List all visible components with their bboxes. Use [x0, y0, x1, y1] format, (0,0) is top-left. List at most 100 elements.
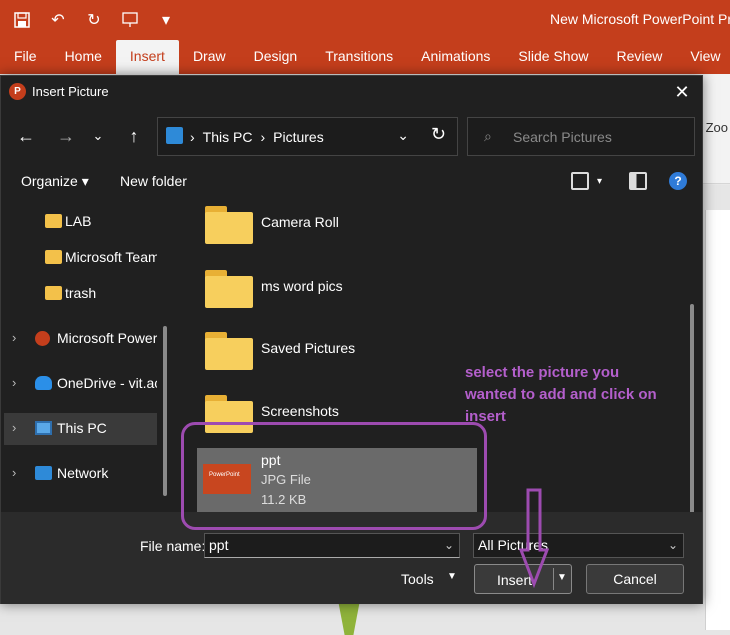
sidebar-item-network[interactable]: › Network: [4, 458, 157, 490]
expand-chevron-icon[interactable]: ›: [12, 375, 16, 390]
powerpoint-titlebar: ↶ ↻ ▾ New Microsoft PowerPoint Pr: [0, 0, 730, 40]
new-folder-button[interactable]: New folder: [120, 173, 187, 189]
undo-icon[interactable]: ↶: [46, 8, 70, 32]
sidebar-item-label: trash: [65, 285, 97, 301]
insert-picture-dialog: P Insert Picture ✕ ← → ⌄ ↑ › This PC › P…: [0, 75, 703, 604]
expand-chevron-icon[interactable]: ›: [12, 330, 16, 345]
folder-icon: [205, 270, 253, 308]
annotation-arrow-icon: [519, 488, 549, 588]
folder-icon: [205, 206, 253, 244]
file-type-select[interactable]: All Pictures: [473, 533, 684, 558]
breadcrumb-separator-icon: ›: [190, 129, 195, 145]
breadcrumb: › This PC › Pictures: [190, 129, 324, 145]
address-history-chevron-icon[interactable]: ⌄: [397, 127, 409, 144]
ribbon-tab-design[interactable]: Design: [240, 40, 312, 74]
cancel-button[interactable]: Cancel: [586, 564, 684, 594]
annotation-highlight-box: [181, 422, 487, 530]
customize-qat-icon[interactable]: ▾: [154, 8, 178, 32]
sidebar-item-label: Microsoft PowerP: [57, 330, 157, 346]
folder-name: Saved Pictures: [261, 340, 356, 356]
file-type-chevron-icon[interactable]: ⌄: [668, 538, 678, 552]
file-name-field[interactable]: ppt: [204, 533, 460, 558]
ribbon-tab-insert[interactable]: Insert: [115, 40, 179, 74]
powerpoint-icon: P: [9, 83, 26, 100]
network-icon: [35, 466, 52, 480]
powerpoint-icon: [35, 331, 50, 346]
expand-chevron-icon[interactable]: ›: [12, 465, 16, 480]
zoom-label[interactable]: Zoo: [706, 120, 728, 135]
ribbon-tab-transitions[interactable]: Transitions: [311, 40, 407, 74]
ribbon-tab-animations[interactable]: Animations: [407, 40, 504, 74]
change-view-icon[interactable]: [571, 172, 589, 190]
ribbon-tab-slide-show[interactable]: Slide Show: [504, 40, 602, 74]
command-bar: Organize ▾ New folder ▾ ?: [1, 168, 702, 196]
sidebar-item-microsoft-powerp[interactable]: › Microsoft PowerP: [4, 323, 157, 355]
sidebar-item-label: Network: [57, 465, 109, 481]
sidebar-item-this-pc[interactable]: › This PC: [4, 413, 157, 445]
ribbon-tab-draw[interactable]: Draw: [179, 40, 240, 74]
slide-canvas-edge: [705, 210, 730, 630]
ribbon-tab-view[interactable]: View: [676, 40, 730, 74]
close-icon[interactable]: ✕: [670, 80, 694, 104]
organize-button[interactable]: Organize ▾: [21, 173, 89, 190]
breadcrumb-item-pictures[interactable]: Pictures: [273, 129, 324, 145]
breadcrumb-item-this-pc[interactable]: This PC: [203, 129, 253, 145]
dialog-title: Insert Picture: [32, 84, 109, 99]
folder-icon: [45, 214, 62, 228]
back-arrow-icon[interactable]: ←: [13, 123, 39, 149]
ribbon-tabs: File Home Insert Draw Design Transitions Anima…: [0, 40, 730, 74]
view-options-chevron-icon[interactable]: ▾: [597, 176, 602, 187]
sidebar-item-onedrive-vit-ac[interactable]: › OneDrive - vit.ac.: [4, 368, 157, 400]
sidebar-item-microsoft-team[interactable]: Microsoft Team: [4, 242, 157, 274]
sidebar-item-trash[interactable]: trash: [4, 278, 157, 310]
onedrive-icon: [35, 376, 52, 390]
file-name-history-chevron-icon[interactable]: ⌄: [444, 538, 454, 552]
navigation-pane-scrollbar[interactable]: [163, 326, 167, 496]
sidebar-item-label: This PC: [57, 420, 107, 436]
search-icon: ⌕: [484, 128, 492, 144]
dialog-titlebar: P Insert Picture ✕: [1, 76, 702, 107]
folder-icon: [45, 250, 62, 264]
pictures-location-icon: [166, 127, 183, 144]
redo-icon[interactable]: ↻: [82, 8, 106, 32]
save-icon[interactable]: [10, 8, 34, 32]
search-input[interactable]: ⌕ Search Pictures: [467, 117, 695, 156]
sidebar-item-lab[interactable]: LAB: [4, 206, 157, 238]
address-bar[interactable]: › This PC › Pictures ⌄ ↻: [157, 117, 458, 156]
sidebar-item-label: Microsoft Team: [65, 249, 157, 265]
refresh-icon[interactable]: ↻: [431, 124, 446, 145]
ribbon-tab-file[interactable]: File: [0, 40, 51, 74]
sidebar-item-label: OneDrive - vit.ac.: [57, 375, 157, 391]
help-icon[interactable]: ?: [669, 172, 687, 190]
insert-options-chevron-icon[interactable]: ▼: [557, 572, 567, 583]
file-name-label: File name:: [140, 538, 206, 554]
recent-locations-chevron-icon[interactable]: ⌄: [85, 123, 111, 149]
window-title: New Microsoft PowerPoint Pr: [550, 11, 730, 27]
tools-chevron-icon[interactable]: ▼: [447, 571, 457, 582]
folder-name: Screenshots: [261, 403, 339, 419]
navigation-pane: LAB Microsoft Team trash › Microsoft PowerP ›…: [1, 202, 173, 509]
present-icon[interactable]: [118, 8, 142, 32]
preview-pane-icon[interactable]: [629, 172, 647, 190]
expand-chevron-icon[interactable]: ›: [12, 420, 16, 435]
breadcrumb-separator-icon: ›: [260, 129, 266, 145]
ribbon-tab-home[interactable]: Home: [51, 40, 116, 74]
tools-button[interactable]: Tools: [401, 571, 434, 587]
ribbon-tab-review[interactable]: Review: [602, 40, 676, 74]
organize-label: Organize: [21, 173, 78, 189]
navigation-bar: ← → ⌄ ↑ › This PC › Pictures ⌄ ↻ ⌕ Searc…: [1, 114, 702, 158]
up-arrow-icon[interactable]: ↑: [121, 123, 147, 149]
folder-item[interactable]: Camera Roll: [197, 200, 477, 262]
folder-item[interactable]: ms word pics: [197, 264, 477, 326]
search-placeholder: Search Pictures: [513, 129, 612, 145]
forward-arrow-icon[interactable]: →: [53, 123, 79, 149]
folder-name: Camera Roll: [261, 214, 339, 230]
sidebar-item-label: LAB: [65, 213, 92, 229]
insert-split-divider: [553, 568, 554, 590]
annotation-text: select the picture you wanted to add and…: [465, 364, 657, 425]
folder-icon: [205, 332, 253, 370]
folder-item[interactable]: Saved Pictures: [197, 326, 477, 388]
folder-icon: [45, 286, 62, 300]
quick-access-toolbar: ↶ ↻ ▾: [10, 8, 178, 32]
computer-icon: [35, 421, 52, 435]
